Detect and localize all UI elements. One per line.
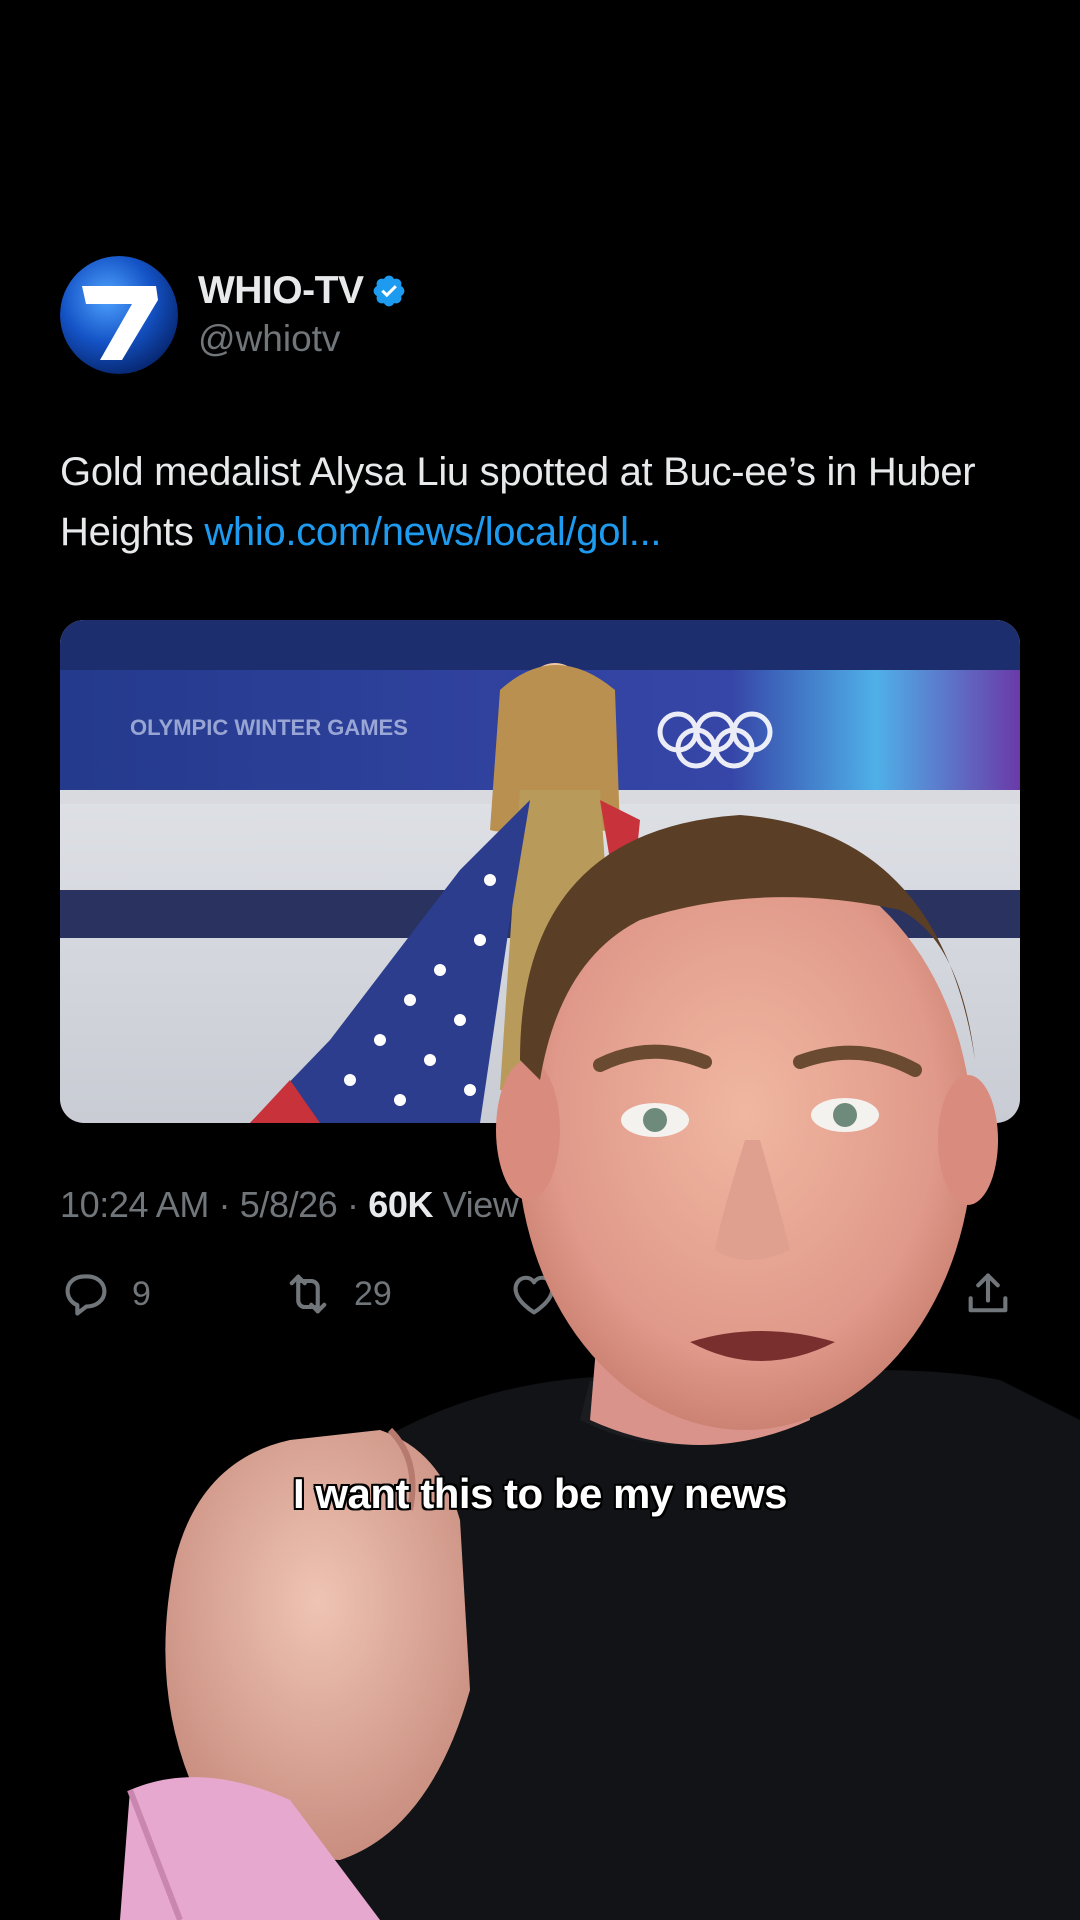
share-icon: [968, 1273, 1008, 1313]
verified-badge-icon: [371, 273, 407, 309]
tweet-actions: 9 29: [60, 1264, 1020, 1324]
repost-button[interactable]: 29: [282, 1264, 392, 1324]
repost-count: 29: [354, 1274, 392, 1313]
tweet-media-image[interactable]: OLYMPIC WINTER GAMES: [60, 620, 1020, 1123]
reply-count: 9: [132, 1274, 151, 1313]
channel-7-logo-icon: [60, 256, 178, 374]
author-handle[interactable]: @whiotv: [198, 318, 340, 360]
author-name-row[interactable]: WHIO-TV: [198, 268, 407, 314]
banner-text: OLYMPIC WINTER GAMES: [130, 715, 408, 740]
tweet-date[interactable]: 5/8/26: [240, 1184, 338, 1225]
repost-icon: [289, 1274, 327, 1314]
tweet-time[interactable]: 10:24 AM: [60, 1184, 209, 1225]
meta-separator: ·: [347, 1184, 359, 1225]
video-caption: I want this to be my news: [293, 1470, 787, 1517]
views-label: View: [442, 1184, 519, 1225]
tweet-card: WHIO-TV @whiotv Gold medalist Alysa Liu …: [0, 0, 1080, 1920]
reply-icon: [65, 1274, 107, 1316]
tweet-body: Gold medalist Alysa Liu spotted at Buc-e…: [60, 442, 1020, 562]
display-name[interactable]: WHIO-TV: [198, 269, 364, 313]
tweet-link[interactable]: whio.com/news/local/gol...: [204, 510, 661, 554]
share-button[interactable]: [962, 1264, 1034, 1324]
skater-photo: OLYMPIC WINTER GAMES: [60, 620, 1020, 1123]
meta-separator: ·: [218, 1184, 231, 1225]
heart-icon: [513, 1275, 555, 1315]
reply-button[interactable]: 9: [60, 1264, 151, 1324]
avatar[interactable]: [60, 256, 178, 374]
like-button[interactable]: [508, 1264, 580, 1324]
tweet-meta: 10:24 AM · 5/8/26 · 60K View: [60, 1184, 519, 1226]
views-count: 60K: [368, 1184, 434, 1225]
